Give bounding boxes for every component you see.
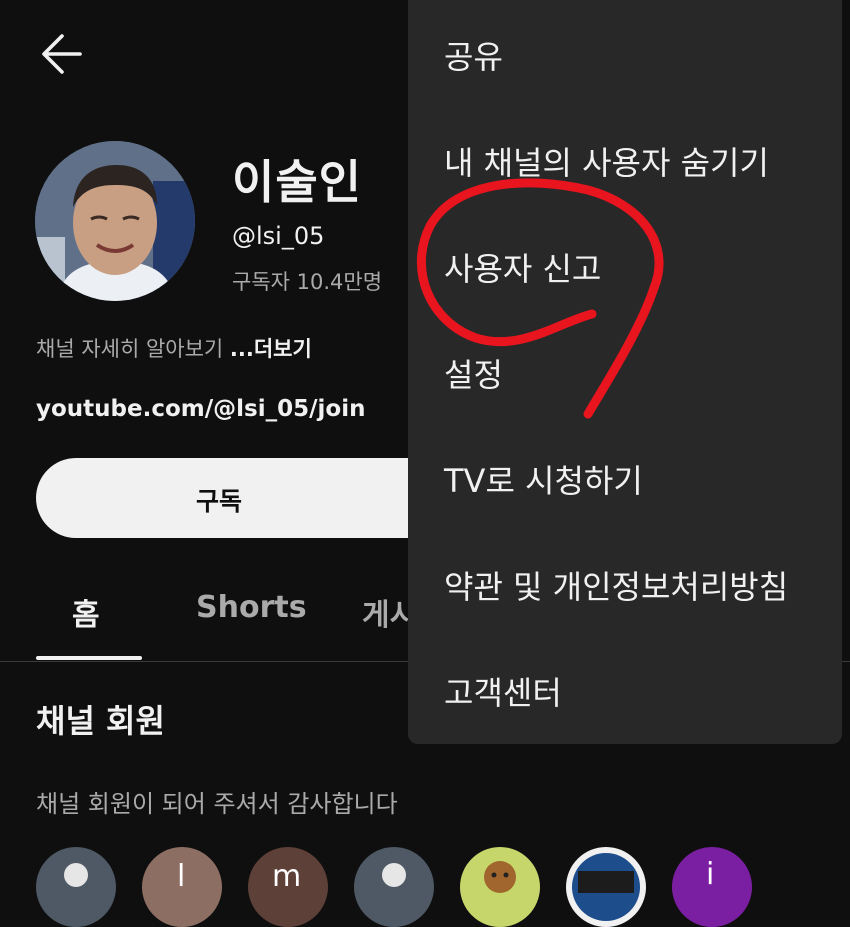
- subscribe-label: 구독: [196, 487, 243, 516]
- character-avatar-icon: [484, 861, 516, 893]
- tab-shorts[interactable]: Shorts: [196, 590, 307, 625]
- member-avatar-letter: l: [177, 859, 186, 894]
- menu-item-label: 내 채널의 사용자 숨기기: [444, 144, 769, 182]
- avatar-photo: [35, 141, 195, 301]
- arrow-left-icon: [42, 34, 82, 74]
- member-avatar[interactable]: m: [248, 847, 328, 927]
- menu-item-share[interactable]: 공유: [408, 0, 842, 106]
- member-avatar-letter: m: [272, 859, 302, 894]
- member-avatar[interactable]: i: [672, 847, 752, 927]
- menu-item-label: 고객센터: [444, 674, 562, 712]
- channel-name: 이술인: [232, 155, 362, 209]
- menu-item-watch-on-tv[interactable]: TV로 시청하기: [408, 424, 842, 530]
- tab-home[interactable]: 홈: [72, 590, 100, 634]
- subscriber-count: 구독자 10.4만명: [232, 270, 383, 294]
- members-section-description: 채널 회원이 되어 주셔서 감사합니다: [36, 790, 398, 818]
- about-text: 채널 자세히 알아보기: [36, 337, 230, 361]
- back-button[interactable]: [38, 30, 86, 78]
- menu-item-label: 공유: [444, 38, 503, 76]
- person-icon: [382, 863, 406, 887]
- photo-avatar-icon: [572, 853, 640, 921]
- menu-item-label: 설정: [444, 356, 503, 394]
- more-link[interactable]: ...더보기: [230, 337, 312, 361]
- menu-item-report-user[interactable]: 사용자 신고: [408, 212, 842, 318]
- member-avatar[interactable]: [36, 847, 116, 927]
- active-tab-indicator: [36, 656, 142, 660]
- member-avatar[interactable]: [354, 847, 434, 927]
- menu-item-label: 사용자 신고: [444, 250, 602, 288]
- menu-item-hide-user[interactable]: 내 채널의 사용자 숨기기: [408, 106, 842, 212]
- channel-avatar: [35, 141, 195, 301]
- members-section-title: 채널 회원: [36, 702, 165, 740]
- member-avatar[interactable]: [460, 847, 540, 927]
- menu-item-help-center[interactable]: 고객센터: [408, 636, 842, 742]
- channel-link[interactable]: youtube.com/@lsi_05/join: [36, 396, 365, 422]
- person-icon: [64, 863, 88, 887]
- overflow-menu: 공유 내 채널의 사용자 숨기기 사용자 신고 설정 TV로 시청하기 약관 및…: [408, 0, 842, 744]
- menu-item-label: 약관 및 개인정보처리방침: [444, 568, 789, 606]
- menu-item-terms-privacy[interactable]: 약관 및 개인정보처리방침: [408, 530, 842, 636]
- channel-handle: @lsi_05: [232, 222, 325, 250]
- channel-about[interactable]: 채널 자세히 알아보기 ...더보기: [36, 333, 312, 363]
- member-avatar-letter: i: [706, 857, 715, 892]
- member-avatar[interactable]: [566, 847, 646, 927]
- menu-item-label: TV로 시청하기: [444, 462, 643, 500]
- menu-item-settings[interactable]: 설정: [408, 318, 842, 424]
- member-avatar[interactable]: l: [142, 847, 222, 927]
